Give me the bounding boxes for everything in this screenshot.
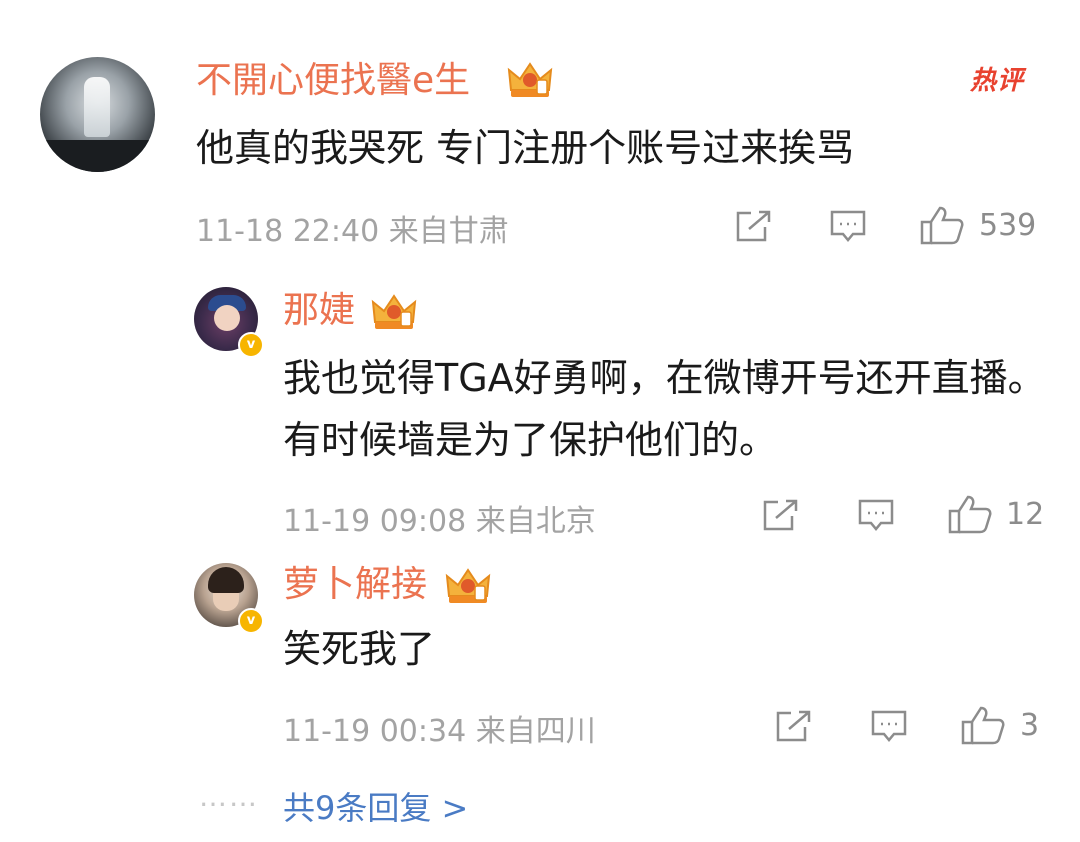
like-count: 3 <box>1020 708 1040 743</box>
crown-badge-icon <box>371 294 417 329</box>
thumbs-up-icon[interactable] <box>961 705 1005 745</box>
like-count: 12 <box>1006 497 1045 532</box>
reply-text: 我也觉得TGA好勇啊，在微博开号还开直播。有时候墙是为了保护他们的。 <box>283 356 1046 462</box>
share-icon[interactable] <box>762 498 800 532</box>
reply-meta: 11-19 09:08 来自北京 <box>283 504 596 539</box>
hot-comment-tag: 热评 <box>970 66 1025 96</box>
view-more-replies-link[interactable]: 共9条回复 > <box>283 783 468 829</box>
comment-icon[interactable] <box>870 709 908 743</box>
like-count: 539 <box>979 208 1037 243</box>
user-avatar[interactable] <box>40 57 155 172</box>
avatar-ground <box>40 140 155 172</box>
thumbs-up-icon[interactable] <box>948 494 992 534</box>
comment-thread: 不開心便找醫e生 热评 他真的我哭死 专门注册个账号过来挨骂 11-18 22:… <box>0 0 1080 842</box>
crown-badge-icon <box>445 568 491 603</box>
crown-badge-icon <box>507 62 553 97</box>
reply-text: 笑死我了 <box>283 627 436 671</box>
more-dots: …… <box>199 780 259 813</box>
avatar-figure <box>84 77 110 137</box>
share-icon[interactable] <box>775 709 813 743</box>
verified-badge: v <box>238 332 264 358</box>
comment-username[interactable]: 不開心便找醫e生 <box>196 59 470 103</box>
avatar-face <box>214 305 240 331</box>
avatar-hair <box>208 567 244 593</box>
comment-icon[interactable] <box>857 498 895 532</box>
comment-text: 他真的我哭死 专门注册个账号过来挨骂 <box>196 126 855 170</box>
share-icon[interactable] <box>735 209 773 243</box>
reply-username[interactable]: 萝卜解接 <box>283 563 427 607</box>
thumbs-up-icon[interactable] <box>920 205 964 245</box>
comment-icon[interactable] <box>829 209 867 243</box>
comment-meta: 11-18 22:40 来自甘肃 <box>196 214 509 249</box>
reply-meta: 11-19 00:34 来自四川 <box>283 714 596 749</box>
reply-username[interactable]: 那婕 <box>283 289 355 333</box>
verified-badge: v <box>238 608 264 634</box>
